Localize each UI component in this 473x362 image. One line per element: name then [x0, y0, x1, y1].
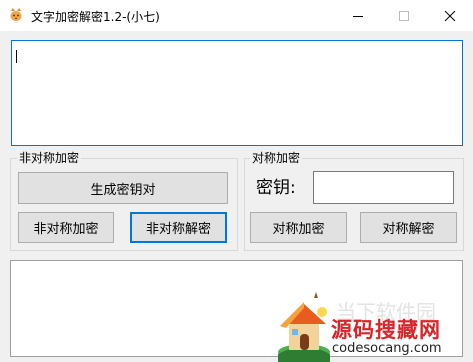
symmetric-encrypt-button[interactable]: 对称加密 [250, 212, 347, 243]
close-icon [444, 10, 456, 22]
cat-icon [8, 7, 24, 23]
house-logo-icon [278, 292, 330, 362]
asymmetric-decrypt-button[interactable]: 非对称解密 [130, 212, 227, 243]
window-title: 文字加密解密1.2-(小七) [31, 10, 160, 24]
close-button[interactable] [427, 0, 473, 31]
asymmetric-group-label: 非对称加密 [17, 151, 82, 165]
watermark-domain: codesocang.com [332, 341, 442, 356]
watermark-brand: 源码搜藏网 [331, 318, 441, 342]
key-label: 密钥: [256, 178, 296, 198]
maximize-button[interactable] [381, 0, 427, 31]
app-window: 文字加密解密1.2-(小七) 非对称加密 生成密钥对 非对称加密 非对称解密 对… [0, 0, 473, 362]
generate-keypair-button[interactable]: 生成密钥对 [18, 172, 228, 204]
text-caret [16, 50, 17, 63]
key-input[interactable] [313, 171, 454, 204]
symmetric-decrypt-button[interactable]: 对称解密 [360, 212, 457, 243]
plaintext-input[interactable] [11, 40, 463, 146]
symmetric-group-label: 对称加密 [250, 151, 303, 165]
title-bar[interactable]: 文字加密解密1.2-(小七) [0, 0, 473, 31]
minimize-button[interactable] [335, 0, 381, 31]
maximize-icon [399, 11, 409, 21]
site-watermark: 当下软件园 源码搜藏网 codesocang.com [274, 290, 473, 362]
minimize-icon [353, 16, 363, 17]
asymmetric-encrypt-button[interactable]: 非对称加密 [18, 212, 114, 243]
